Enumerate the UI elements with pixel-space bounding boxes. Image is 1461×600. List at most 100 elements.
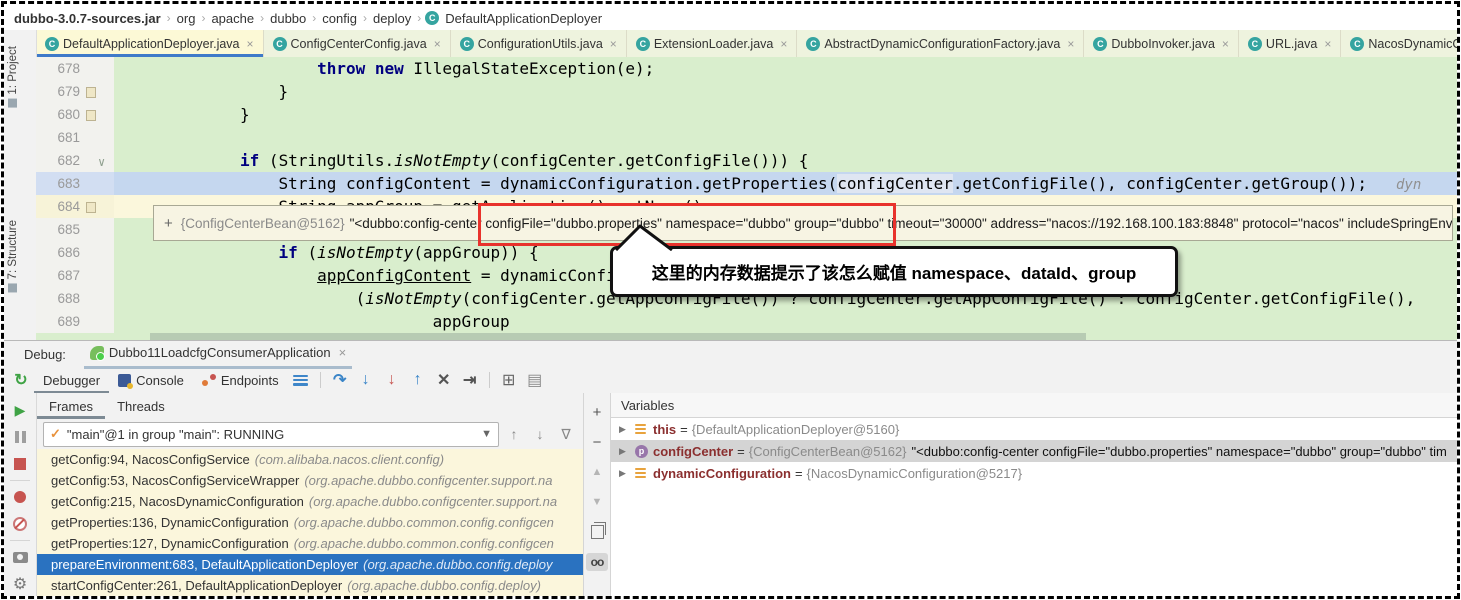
variable-row[interactable]: ▶pconfigCenter={ConfigCenterBean@5162}"<… <box>611 440 1457 462</box>
code-token: (configCenter.getConfigFile())) { <box>490 151 808 170</box>
code-token: } <box>279 82 289 101</box>
tab-close-icon[interactable]: × <box>610 37 617 51</box>
variable-row[interactable]: ▶this={DefaultApplicationDeployer@5160} <box>611 418 1457 440</box>
stack-frame-row[interactable]: getProperties:136, DynamicConfiguration(… <box>37 512 583 533</box>
variable-row[interactable]: ▶dynamicConfiguration={NacosDynamicConfi… <box>611 462 1457 484</box>
variable-reference: {NacosDynamicConfiguration@5217} <box>807 466 1023 481</box>
variables-panel: Variables ▶this={DefaultApplicationDeplo… <box>611 393 1457 596</box>
editor-tab[interactable]: CURL.java× <box>1239 30 1341 57</box>
stack-frame-row[interactable]: getConfig:215, NacosDynamicConfiguration… <box>37 491 583 512</box>
code-line[interactable]: 689appGroup <box>36 310 1457 333</box>
copy-icon[interactable] <box>588 523 606 541</box>
code-line[interactable]: 683String configContent = dynamicConfigu… <box>36 172 1457 195</box>
stack-frame-row[interactable]: prepareEnvironment:683, DefaultApplicati… <box>37 554 583 575</box>
tab-debugger[interactable]: Debugger <box>34 367 109 393</box>
breadcrumb-separator: › <box>260 11 264 25</box>
code-line[interactable]: 679} <box>36 80 1457 103</box>
view-breakpoints-icon[interactable] <box>11 488 29 506</box>
step-over-icon[interactable]: ↷ <box>327 369 353 391</box>
breadcrumb-item[interactable]: org <box>177 11 196 26</box>
close-icon[interactable]: × <box>339 345 347 360</box>
filter-funnel-icon[interactable]: ∇ <box>555 426 577 443</box>
editor-tab[interactable]: CExtensionLoader.java× <box>627 30 798 57</box>
code-token: isNotEmpty <box>394 151 490 170</box>
fold-arrow-icon[interactable]: ∨ <box>98 151 105 174</box>
expand-arrow-icon[interactable]: ▶ <box>619 446 635 457</box>
stop-icon[interactable] <box>11 455 29 473</box>
breadcrumb-item[interactable]: config <box>322 11 357 26</box>
sidebar-item-structure[interactable]: 7: Structure <box>7 220 19 292</box>
code-line[interactable]: 678throw new IllegalStateException(e); <box>36 57 1457 80</box>
expand-plus-icon[interactable]: + <box>164 215 173 232</box>
expand-arrow-icon[interactable]: ▶ <box>619 468 635 479</box>
breadcrumb-item[interactable]: apache <box>211 11 254 26</box>
editor-tab[interactable]: CDefaultApplicationDeployer.java× <box>36 30 264 57</box>
show-watches-icon[interactable]: oo <box>586 553 608 571</box>
drop-frame-icon[interactable]: ✕ <box>431 369 457 391</box>
editor-tab[interactable]: CAbstractDynamicConfigurationFactory.jav… <box>797 30 1084 57</box>
tab-close-icon[interactable]: × <box>1222 37 1229 51</box>
tab-threads[interactable]: Threads <box>105 393 177 419</box>
frame-up-icon[interactable]: ↑ <box>503 426 525 442</box>
stack-frame-row[interactable]: getConfig:94, NacosConfigService(com.ali… <box>37 449 583 470</box>
editor-tab[interactable]: CDubboInvoker.java× <box>1084 30 1239 57</box>
code-line[interactable]: 682∨if (StringUtils.isNotEmpty(configCen… <box>36 149 1457 172</box>
pause-icon[interactable] <box>11 428 29 446</box>
tab-frames[interactable]: Frames <box>37 393 105 419</box>
divider <box>320 372 321 388</box>
stack-frame-row[interactable]: getConfig:53, NacosConfigServiceWrapper(… <box>37 470 583 491</box>
thread-dump-camera-icon[interactable] <box>11 548 29 566</box>
editor-tab[interactable]: CConfigurationUtils.java× <box>451 30 627 57</box>
evaluate-expression-icon[interactable]: ⊞ <box>496 369 522 391</box>
move-watch-down-icon[interactable]: ▼ <box>588 493 606 511</box>
debug-toolbar: ↻ DebuggerConsoleEndpoints↷↓↓↑✕⇥⊞▤ <box>4 367 1457 394</box>
gutter <box>84 172 114 195</box>
tab-close-icon[interactable]: × <box>434 37 441 51</box>
code-line[interactable]: 681 <box>36 126 1457 149</box>
thread-selector-dropdown[interactable]: ✓ "main"@1 in group "main": RUNNING ▼ <box>43 422 499 447</box>
code-token: new <box>375 59 404 78</box>
code-token: dyn <box>1396 177 1421 193</box>
add-watch-icon[interactable]: + <box>588 403 606 421</box>
gutter <box>84 310 114 333</box>
force-step-into-icon[interactable]: ↓ <box>379 369 405 391</box>
layout-settings-icon[interactable]: ▤ <box>522 369 548 391</box>
tab-close-icon[interactable]: × <box>780 37 787 51</box>
gutter <box>84 241 114 264</box>
tab-close-icon[interactable]: × <box>247 37 254 51</box>
rerun-debug-icon[interactable]: ↻ <box>8 369 34 391</box>
code-text: if (StringUtils.isNotEmpty(configCenter.… <box>114 149 1457 172</box>
code-editor[interactable]: 689appGroup688(isNotEmpty(configCenter.g… <box>36 57 1457 340</box>
remove-watch-icon[interactable]: − <box>588 433 606 451</box>
frame-method: getProperties:136, DynamicConfiguration <box>51 515 289 530</box>
resume-icon[interactable]: ▶ <box>11 401 29 419</box>
class-icon: C <box>425 11 439 25</box>
tab-endpoints[interactable]: Endpoints <box>193 367 288 393</box>
breadcrumb-item[interactable]: dubbo-3.0.7-sources.jar <box>14 11 161 26</box>
breadcrumb-item[interactable]: deploy <box>373 11 411 26</box>
menu-hamburger-icon[interactable] <box>288 369 314 391</box>
run-to-cursor-icon[interactable]: ⇥ <box>457 369 483 391</box>
frame-method: prepareEnvironment:683, DefaultApplicati… <box>51 557 358 572</box>
tab-console[interactable]: Console <box>109 367 193 393</box>
tab-label: ExtensionLoader.java <box>654 37 774 51</box>
tab-close-icon[interactable]: × <box>1067 37 1074 51</box>
breadcrumb-item[interactable]: dubbo <box>270 11 306 26</box>
run-config-tab[interactable]: Dubbo11LoadcfgConsumerApplication × <box>84 340 352 369</box>
stack-frame-row[interactable]: getProperties:127, DynamicConfiguration(… <box>37 533 583 554</box>
code-line[interactable]: 680} <box>36 103 1457 126</box>
editor-tab[interactable]: CConfigCenterConfig.java× <box>264 30 451 57</box>
sidebar-item-project[interactable]: 1: Project <box>7 46 19 108</box>
step-into-icon[interactable]: ↓ <box>353 369 379 391</box>
breadcrumb-item[interactable]: DefaultApplicationDeployer <box>445 11 602 26</box>
editor-tab-bar: CDefaultApplicationDeployer.java×CConfig… <box>36 30 1457 57</box>
step-out-icon[interactable]: ↑ <box>405 369 431 391</box>
tab-close-icon[interactable]: × <box>1324 37 1331 51</box>
debug-settings-gear-icon[interactable]: ⚙ <box>11 575 29 593</box>
frame-down-icon[interactable]: ↓ <box>529 426 551 442</box>
mute-breakpoints-icon[interactable] <box>11 515 29 533</box>
editor-tab[interactable]: CNacosDynamicConfiguration.java× <box>1341 30 1457 57</box>
move-watch-up-icon[interactable]: ▲ <box>588 463 606 481</box>
stack-frame-row[interactable]: startConfigCenter:261, DefaultApplicatio… <box>37 575 583 596</box>
expand-arrow-icon[interactable]: ▶ <box>619 424 635 435</box>
